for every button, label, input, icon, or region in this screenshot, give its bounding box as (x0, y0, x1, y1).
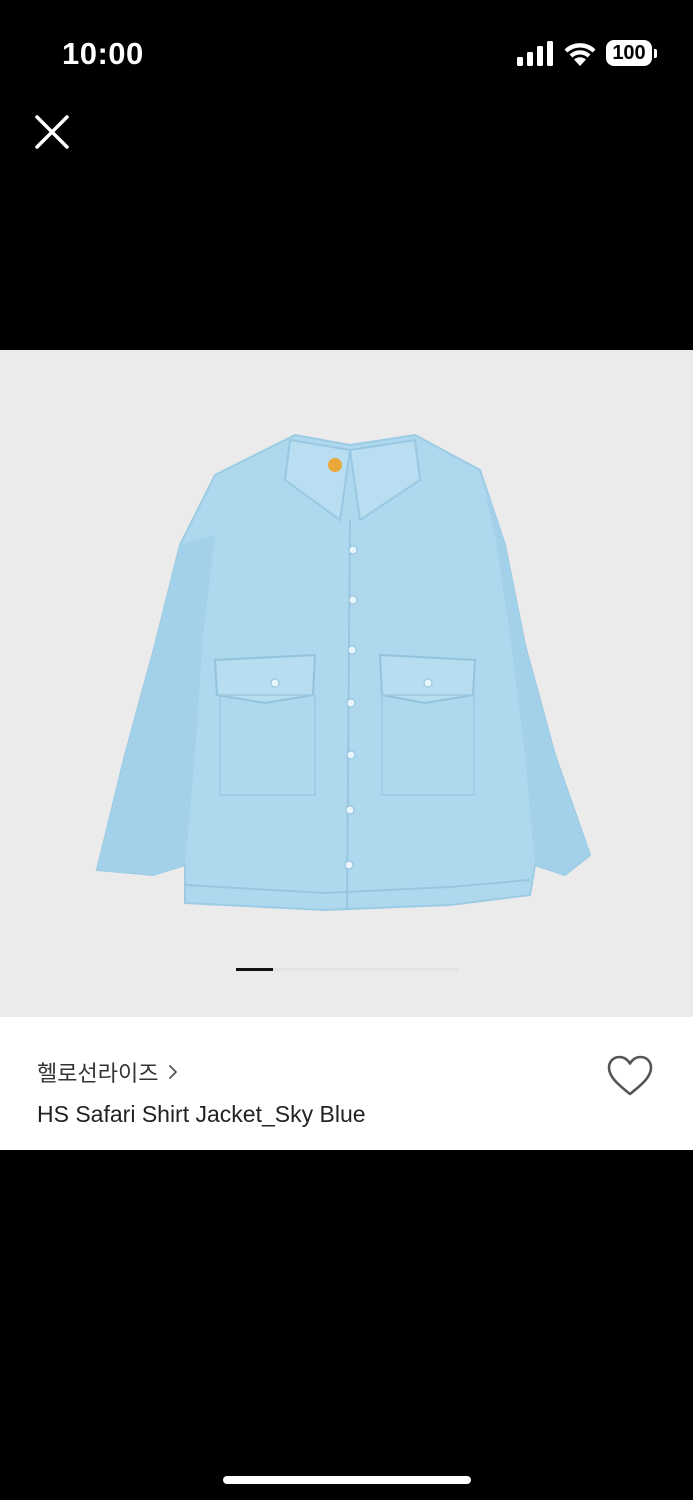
status-time: 10:00 (62, 36, 144, 71)
battery-level: 100 (612, 42, 646, 64)
close-icon (35, 115, 69, 149)
product-image-gallery[interactable] (0, 350, 693, 1017)
product-info-panel: 헬로선라이즈 HS Safari Shirt Jacket_Sky Blue (0, 1017, 693, 1150)
product-photo (95, 433, 592, 912)
product-image-viewer: 10:00 100 헬로선라이즈 HS Safari Shirt Jacket_… (0, 0, 693, 1500)
battery-icon: 100 (606, 40, 658, 68)
signal-icon (517, 41, 553, 66)
heart-icon (607, 1055, 653, 1096)
battery-cap (654, 49, 657, 58)
close-button[interactable] (26, 106, 78, 158)
status-bar: 10:00 100 (0, 0, 693, 100)
product-name: HS Safari Shirt Jacket_Sky Blue (37, 1101, 366, 1127)
gallery-page-indicator-active (236, 968, 273, 971)
chevron-right-icon (169, 1065, 178, 1079)
brand-name: 헬로선라이즈 (37, 1062, 159, 1087)
gallery-page-indicator (236, 968, 458, 971)
brand-link[interactable]: 헬로선라이즈 (37, 1057, 178, 1087)
home-indicator[interactable] (223, 1476, 471, 1484)
wishlist-button[interactable] (606, 1054, 654, 1098)
wifi-icon (564, 43, 596, 66)
